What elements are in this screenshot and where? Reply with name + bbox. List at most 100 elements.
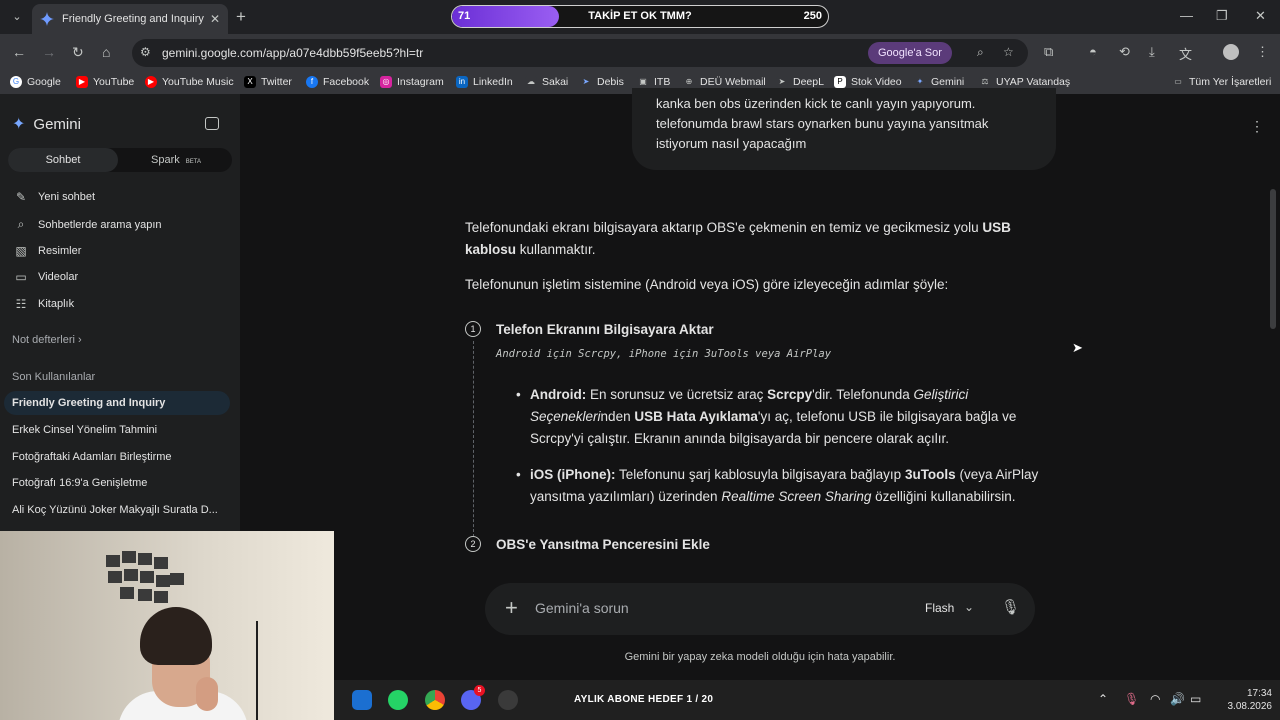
youtube-icon: ▶ [76,76,88,88]
mode-segmented-control: Sohbet Spark BETA [8,148,232,172]
outlook-icon[interactable] [352,690,372,710]
tray-chevron-icon[interactable]: ⌃ [1098,692,1108,706]
prompt-input[interactable]: Gemini'a sorun [535,600,629,616]
bookmark-uyap[interactable]: ⚖ UYAP Vatandaş [979,76,1070,88]
chat-scrollbar[interactable] [1270,189,1276,329]
incognito-icon[interactable]: ◓ [1089,44,1097,59]
home-button[interactable]: ⌂ [102,44,110,60]
discord-badge: 5 [474,685,485,696]
whatsapp-icon[interactable] [388,690,408,710]
sakai-icon: ☁ [525,76,537,88]
microphone-icon[interactable]: 🎙 [1001,598,1020,616]
forward-button[interactable]: → [42,44,56,60]
bookmark-itb[interactable]: ▣ ITB [637,76,670,88]
bookmark-youtube-music[interactable]: ▶ YouTube Music [145,76,234,88]
uyap-icon: ⚖ [979,76,991,88]
extensions-icon[interactable]: ⧉ [1044,44,1053,60]
ask-google-button[interactable]: Google'a Sor [868,42,952,64]
add-attachment-icon[interactable]: + [505,595,518,621]
sidebar-item-library[interactable]: ☷ Kitaplık [12,297,74,311]
conversation-menu-icon[interactable]: ⋮ [1250,118,1264,135]
obs-icon[interactable] [498,690,518,710]
all-bookmarks-folder[interactable]: ▭ Tüm Yer İşaretleri [1172,76,1271,88]
notebooks-link[interactable]: Not defterleri › [12,334,82,346]
bookmark-facebook[interactable]: f Facebook [306,76,369,88]
video-icon: ▭ [15,270,27,284]
address-bar[interactable]: ⚙ gemini.google.com/app/a07e4dbb59f5eeb5… [132,39,1028,67]
bookmark-deepl[interactable]: ➤ DeepL [776,76,824,88]
model-selector[interactable]: Flash [925,601,954,615]
facebook-icon: f [306,76,318,88]
download-icon[interactable]: ⤓ [1149,44,1155,60]
volume-icon[interactable]: 🔊 [1170,692,1185,706]
recent-chat-item[interactable]: Fotoğraftaki Adamları Birleştirme [12,451,226,463]
step-title: OBS'e Yansıtma Penceresini Ekle [496,537,710,552]
gemini-logo[interactable]: ✦ Gemini [12,114,81,134]
new-tab-button[interactable]: + [236,7,246,27]
recent-chat-item[interactable]: Erkek Cinsel Yönelim Tahmini [12,424,226,436]
battery-icon[interactable]: ▭ [1190,692,1201,706]
minimize-button[interactable]: — [1180,8,1193,23]
bookmark-twitter[interactable]: X Twitter [244,76,292,88]
bookmark-star-icon[interactable]: ☆ [1003,45,1014,59]
recent-chat-item[interactable]: Ali Koç Yüzünü Joker Makyajlı Suratla D.… [12,504,226,516]
recent-chat-item[interactable]: Friendly Greeting and Inquiry [4,391,230,415]
wifi-icon[interactable]: ◠ [1150,692,1160,706]
youtube-music-icon: ▶ [145,76,157,88]
sidebar-item-search[interactable]: ⌕ Sohbetlerde arama yapın [12,217,162,232]
close-window-button[interactable]: ✕ [1255,8,1266,24]
bookmark-youtube[interactable]: ▶ YouTube [76,76,134,88]
bookmark-gemini[interactable]: ✦ Gemini [914,76,964,88]
translate-icon[interactable]: 文 [1179,44,1192,63]
bookmark-sakai[interactable]: ☁ Sakai [525,76,568,88]
linkedin-icon: in [456,76,468,88]
discord-icon[interactable]: 5 [461,685,485,710]
sidebar-item-images[interactable]: ▧ Resimler [12,244,81,258]
prompt-input-bar: + Gemini'a sorun Flash ⌄ 🎙 [485,583,1035,635]
profile-avatar[interactable] [1223,44,1239,60]
sidebar-toggle-icon[interactable] [205,117,219,130]
folder-icon: ▭ [1172,76,1184,88]
sidebar-item-new-chat[interactable]: ✎ Yeni sohbet [12,190,95,204]
url-text[interactable]: gemini.google.com/app/a07e4dbb59f5eeb5?h… [162,46,423,60]
gemini-favicon-icon [40,12,54,26]
tab-spark[interactable]: Spark BETA [120,148,232,172]
tab-sohbet[interactable]: Sohbet [8,148,118,172]
webcam-overlay [0,531,334,720]
streamer-hand [196,677,218,711]
site-info-icon[interactable]: ⚙ [140,45,151,59]
library-icon: ☷ [15,297,27,311]
gemini-icon: ✦ [914,76,926,88]
bookmark-google[interactable]: G Google [10,76,61,88]
chevron-down-icon[interactable]: ⌄ [964,600,974,614]
bookmark-instagram[interactable]: ◎ Instagram [380,76,444,88]
tab-title: Friendly Greeting and Inquiry - [62,13,204,25]
tab-search-button[interactable]: ⌄ [8,8,26,26]
bookmark-debis[interactable]: ➤ Debis [580,76,624,88]
restore-button[interactable]: ❐ [1216,8,1228,24]
mic-tray-icon[interactable]: 🎙 [1124,692,1139,706]
google-icon: G [10,76,22,88]
history-icon[interactable]: ⟲ [1119,44,1130,60]
chrome-icon[interactable] [425,690,445,710]
tab-close-icon[interactable]: ✕ [210,12,220,26]
bookmark-linkedin[interactable]: in LinkedIn [456,76,513,88]
twitter-icon: X [244,76,256,88]
instagram-icon: ◎ [380,76,392,88]
step-connector [473,341,474,537]
browser-tab-active[interactable]: Friendly Greeting and Inquiry - ✕ [32,4,228,34]
recent-chat-item[interactable]: Fotoğrafı 16:9'a Genişletme [12,477,226,489]
globe-icon: ⊕ [683,76,695,88]
back-button[interactable]: ← [12,44,26,60]
browser-titlebar: ⌄ Friendly Greeting and Inquiry - ✕ + 71… [0,0,1280,34]
browser-menu-icon[interactable]: ⋮ [1256,44,1269,60]
bookmark-deu-webmail[interactable]: ⊕ DEÜ Webmail [683,76,766,88]
zoom-search-icon[interactable]: ⌕ [977,45,984,60]
lamp-stand [256,621,258,720]
bookmark-stok-video[interactable]: P Stok Video [834,76,902,88]
sidebar-item-videos[interactable]: ▭ Videolar [12,270,78,284]
reload-button[interactable]: ↻ [72,44,84,61]
stream-follow-goal-banner: 71 TAKİP ET OK TMM? 250 [451,5,829,28]
image-icon: ▧ [15,244,27,258]
system-clock[interactable]: 17:34 3.08.2026 [1208,687,1273,713]
